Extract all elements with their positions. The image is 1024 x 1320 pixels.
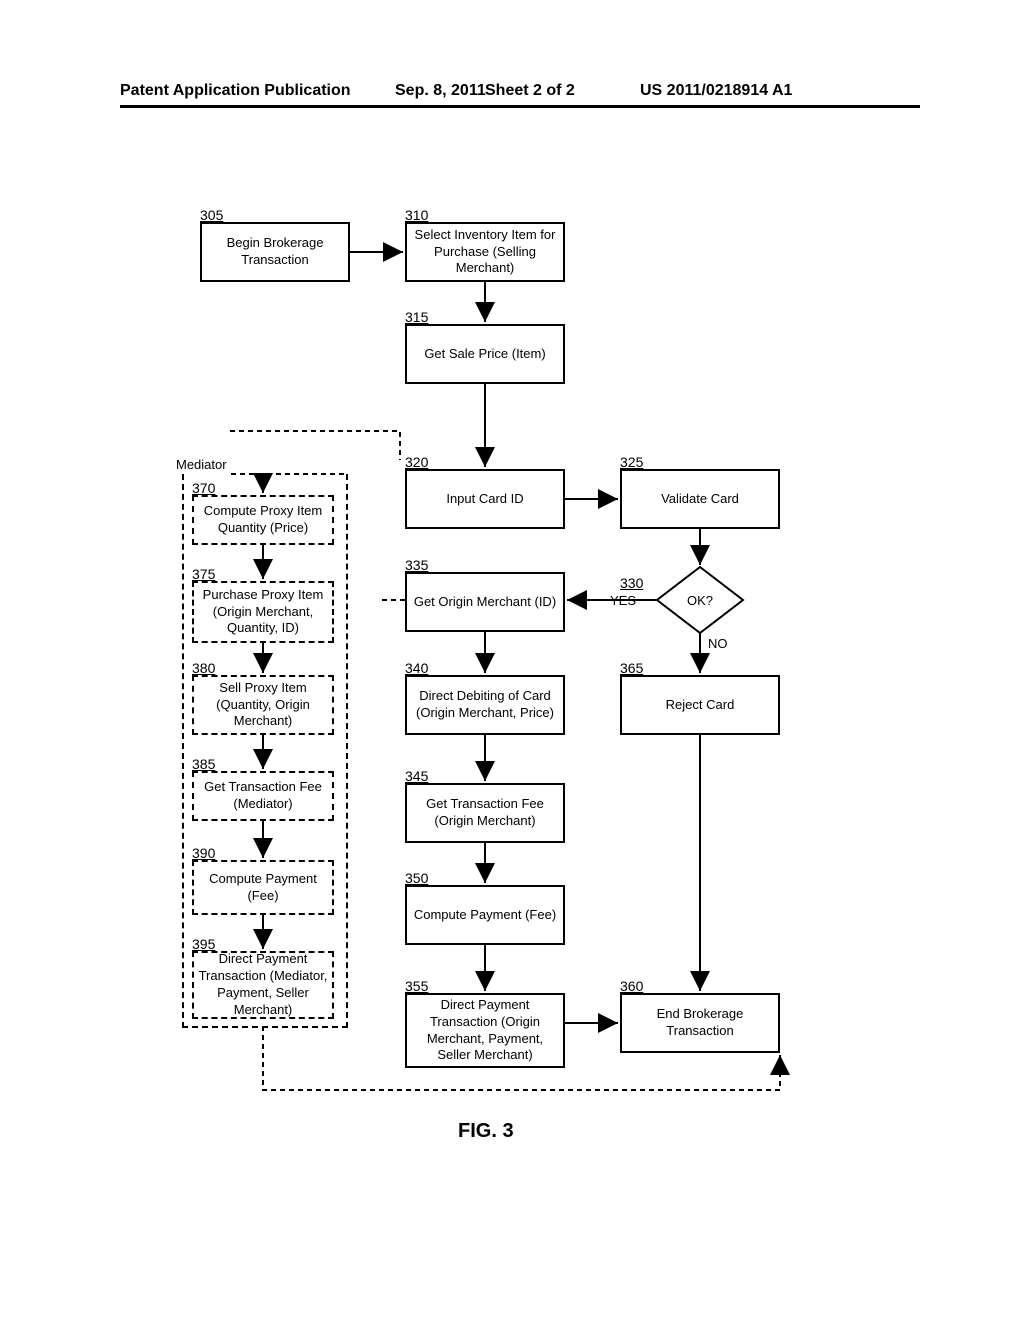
box-compute-payment: Compute Payment (Fee) bbox=[405, 885, 565, 945]
ref-340: 340 bbox=[405, 660, 428, 676]
box-validate-card: Validate Card bbox=[620, 469, 780, 529]
ref-310: 310 bbox=[405, 207, 428, 223]
label-no: NO bbox=[708, 636, 728, 651]
ref-365: 365 bbox=[620, 660, 643, 676]
ref-350: 350 bbox=[405, 870, 428, 886]
box-direct-payment-mediator: Direct Payment Transaction (Mediator, Pa… bbox=[192, 951, 334, 1019]
box-begin-brokerage: Begin Brokerage Transaction bbox=[200, 222, 350, 282]
box-reject-card: Reject Card bbox=[620, 675, 780, 735]
box-get-origin-merchant: Get Origin Merchant (ID) bbox=[405, 572, 565, 632]
decision-ok: OK? bbox=[655, 565, 745, 640]
figure-label: FIG. 3 bbox=[458, 1120, 514, 1143]
box-get-sale-price: Get Sale Price (Item) bbox=[405, 324, 565, 384]
ref-315: 315 bbox=[405, 309, 428, 325]
box-get-transaction-fee-origin: Get Transaction Fee (Origin Merchant) bbox=[405, 783, 565, 843]
ref-360: 360 bbox=[620, 978, 643, 994]
box-direct-payment-origin: Direct Payment Transaction (Origin Merch… bbox=[405, 993, 565, 1068]
box-sell-proxy-item: Sell Proxy Item (Quantity, Origin Mercha… bbox=[192, 675, 334, 735]
box-input-card-id: Input Card ID bbox=[405, 469, 565, 529]
ref-335: 335 bbox=[405, 557, 428, 573]
label-mediator: Mediator bbox=[176, 457, 227, 472]
ref-355: 355 bbox=[405, 978, 428, 994]
box-compute-proxy-quantity: Compute Proxy Item Quantity (Price) bbox=[192, 495, 334, 545]
box-end-brokerage: End Brokerage Transaction bbox=[620, 993, 780, 1053]
ref-325: 325 bbox=[620, 454, 643, 470]
flowchart: 305 310 315 320 325 330 335 340 345 350 … bbox=[0, 0, 1024, 1320]
box-direct-debiting: Direct Debiting of Card (Origin Merchant… bbox=[405, 675, 565, 735]
ref-330: 330 bbox=[620, 575, 643, 591]
box-select-inventory: Select Inventory Item for Purchase (Sell… bbox=[405, 222, 565, 282]
ref-320: 320 bbox=[405, 454, 428, 470]
box-purchase-proxy-item: Purchase Proxy Item (Origin Merchant, Qu… bbox=[192, 581, 334, 643]
label-yes: YES bbox=[610, 593, 636, 608]
box-get-transaction-fee-mediator: Get Transaction Fee (Mediator) bbox=[192, 771, 334, 821]
ref-305: 305 bbox=[200, 207, 223, 223]
box-compute-payment-mediator: Compute Payment (Fee) bbox=[192, 860, 334, 915]
mediator-container bbox=[182, 474, 348, 1028]
ref-345: 345 bbox=[405, 768, 428, 784]
